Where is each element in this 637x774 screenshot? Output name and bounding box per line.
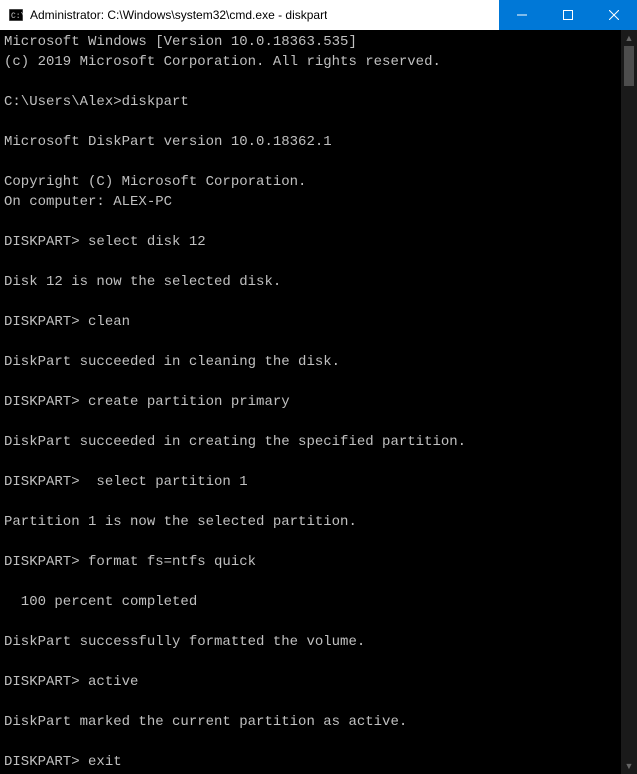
console-area: Microsoft Windows [Version 10.0.18363.53… xyxy=(0,30,637,774)
close-button[interactable] xyxy=(591,0,637,30)
console-line xyxy=(4,112,617,132)
console-line xyxy=(4,372,617,392)
console-line xyxy=(4,212,617,232)
console-line: DiskPart marked the current partition as… xyxy=(4,712,617,732)
window-controls xyxy=(499,0,637,30)
minimize-button[interactable] xyxy=(499,0,545,30)
console-line xyxy=(4,252,617,272)
console-line: Partition 1 is now the selected partitio… xyxy=(4,512,617,532)
scroll-thumb[interactable] xyxy=(624,46,634,86)
console-line xyxy=(4,72,617,92)
console-line: DISKPART> format fs=ntfs quick xyxy=(4,552,617,572)
console-line xyxy=(4,332,617,352)
window-title: Administrator: C:\Windows\system32\cmd.e… xyxy=(30,8,327,22)
console-line: DiskPart succeeded in cleaning the disk. xyxy=(4,352,617,372)
console-line xyxy=(4,292,617,312)
console-line: DISKPART> create partition primary xyxy=(4,392,617,412)
console-line xyxy=(4,452,617,472)
svg-text:C:\: C:\ xyxy=(11,12,23,21)
console-line: C:\Users\Alex>diskpart xyxy=(4,92,617,112)
console-line xyxy=(4,152,617,172)
console-line: DISKPART> select partition 1 xyxy=(4,472,617,492)
cmd-icon: C:\ xyxy=(8,7,24,23)
console-line: DiskPart successfully formatted the volu… xyxy=(4,632,617,652)
console-line: DISKPART> active xyxy=(4,672,617,692)
console-line: DiskPart succeeded in creating the speci… xyxy=(4,432,617,452)
console-line: DISKPART> clean xyxy=(4,312,617,332)
console-line xyxy=(4,492,617,512)
console-line xyxy=(4,612,617,632)
console-line: DISKPART> select disk 12 xyxy=(4,232,617,252)
console-line xyxy=(4,572,617,592)
titlebar[interactable]: C:\ Administrator: C:\Windows\system32\c… xyxy=(0,0,637,30)
maximize-button[interactable] xyxy=(545,0,591,30)
console-line: (c) 2019 Microsoft Corporation. All righ… xyxy=(4,52,617,72)
console-line: Microsoft DiskPart version 10.0.18362.1 xyxy=(4,132,617,152)
console-line: Copyright (C) Microsoft Corporation. xyxy=(4,172,617,192)
cmd-window: C:\ Administrator: C:\Windows\system32\c… xyxy=(0,0,637,637)
console-line xyxy=(4,732,617,752)
console-line: Disk 12 is now the selected disk. xyxy=(4,272,617,292)
scroll-up-arrow[interactable]: ▲ xyxy=(621,30,637,46)
console-line xyxy=(4,412,617,432)
console-line: 100 percent completed xyxy=(4,592,617,612)
console-line: Microsoft Windows [Version 10.0.18363.53… xyxy=(4,32,617,52)
vertical-scrollbar[interactable]: ▲ ▼ xyxy=(621,30,637,774)
console-line: DISKPART> exit xyxy=(4,752,617,772)
console-line xyxy=(4,532,617,552)
console-output[interactable]: Microsoft Windows [Version 10.0.18363.53… xyxy=(0,30,621,774)
console-line xyxy=(4,692,617,712)
console-line xyxy=(4,652,617,672)
console-line: On computer: ALEX-PC xyxy=(4,192,617,212)
scroll-down-arrow[interactable]: ▼ xyxy=(621,758,637,774)
